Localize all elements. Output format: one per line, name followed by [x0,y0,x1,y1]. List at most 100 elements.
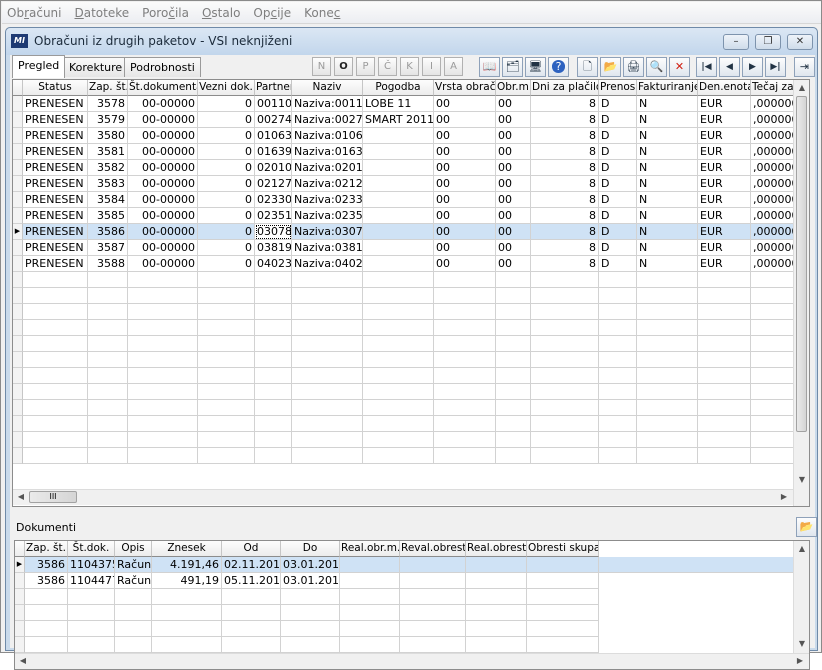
scroll-down-icon[interactable]: ▼ [795,637,809,651]
grid-cell[interactable]: PRENESEN [23,96,88,112]
menu-konec[interactable]: Konec [304,6,340,20]
grid-cell[interactable]: D [599,176,637,192]
grid-header-0[interactable]: Status [23,80,88,96]
grid-cell[interactable]: N [637,208,698,224]
grid-cell[interactable]: 00 [434,128,496,144]
grid-cell[interactable]: PRENESEN [23,224,88,240]
main-grid-vscroll-thumb[interactable] [796,96,807,432]
grid-cell[interactable]: N [637,240,698,256]
grid-cell[interactable] [363,144,434,160]
documents-header-6[interactable]: Real.obr.m. [340,541,400,557]
scroll-right-icon[interactable]: ▶ [777,490,791,504]
grid-cell[interactable]: 02330 [255,192,292,208]
grid-cell[interactable]: 00 [496,176,531,192]
grid-cell[interactable] [363,192,434,208]
grid-cell[interactable]: 8 [531,128,599,144]
grid-cell[interactable]: D [599,208,637,224]
grid-cell[interactable]: 00 [434,224,496,240]
first-record-button[interactable]: |◀ [696,57,717,77]
grid-cell[interactable]: EUR [698,240,751,256]
grid-cell[interactable]: 02010 [255,160,292,176]
grid-cell[interactable]: ,000000 [751,112,794,128]
grid-cell[interactable]: ,000000 [751,192,794,208]
grid-cell[interactable]: 8 [531,160,599,176]
restore-button[interactable]: ❐ [755,34,781,50]
grid-header-3[interactable]: Vezni dok. [198,80,255,96]
documents-header-3[interactable]: Znesek [152,541,222,557]
grid-cell[interactable]: 00 [434,240,496,256]
grid-cell[interactable]: 0 [198,128,255,144]
open-folder-button[interactable]: 📂 [600,57,621,77]
documents-cell[interactable]: 03.01.2012 [281,573,340,589]
minimize-button[interactable]: – [723,34,749,50]
grid-cell[interactable]: 3585 [88,208,128,224]
grid-cell[interactable]: 3579 [88,112,128,128]
grid-cell[interactable]: N [637,160,698,176]
documents-header-9[interactable]: Obresti skupaj [527,541,599,557]
exit-button[interactable]: ⇥ [794,57,815,77]
grid-cell[interactable]: ,000000 [751,144,794,160]
grid-cell[interactable]: 00 [496,96,531,112]
grid-cell[interactable]: 00-00000 [128,240,198,256]
grid-cell[interactable]: 00110 [255,96,292,112]
delete-button[interactable]: ✕ [669,57,690,77]
grid-header-10[interactable]: Prenos [599,80,637,96]
grid-cell[interactable]: 00 [434,208,496,224]
grid-cell[interactable]: PRENESEN [23,208,88,224]
grid-cell[interactable]: PRENESEN [23,112,88,128]
grid-cell[interactable]: 8 [531,256,599,272]
documents-open-folder-icon[interactable]: 📂 [796,517,817,537]
documents-cell[interactable] [466,573,527,589]
grid-cell[interactable]: EUR [698,144,751,160]
grid-cell[interactable]: 3581 [88,144,128,160]
book-button[interactable]: 📖 [479,57,500,77]
grid-cell[interactable]: 00-00000 [128,208,198,224]
grid-cell[interactable]: ,000000 [751,224,794,240]
grid-cell[interactable]: 8 [531,144,599,160]
grid-cell[interactable]: 0 [198,240,255,256]
grid-cell[interactable]: 3587 [88,240,128,256]
grid-cell[interactable]: 02351 [255,208,292,224]
documents-cell[interactable] [340,557,400,573]
grid-cell[interactable]: 3578 [88,96,128,112]
grid-cell[interactable]: 0 [198,96,255,112]
documents-cell[interactable]: 1104375 [68,557,115,573]
documents-header-0[interactable]: Zap. št. [25,541,68,557]
grid-cell[interactable]: 00 [434,192,496,208]
grid-header-9[interactable]: Dni za plačilo [531,80,599,96]
grid-cell[interactable]: 8 [531,192,599,208]
filter-5-button[interactable]: I [422,57,441,76]
grid-cell[interactable]: ,000000 [751,208,794,224]
grid-cell[interactable]: PRENESEN [23,176,88,192]
grid-cell[interactable]: 8 [531,208,599,224]
tab-korekture[interactable]: Korekture [63,57,129,77]
last-record-button[interactable]: ▶| [765,57,786,77]
grid-cell[interactable]: 00 [434,112,496,128]
grid-cell[interactable]: N [637,224,698,240]
grid-cell[interactable]: SMART 2011 [363,112,434,128]
grid-cell[interactable]: 00 [496,208,531,224]
grid-cell[interactable]: 00 [496,256,531,272]
grid-cell[interactable]: 3582 [88,160,128,176]
grid-cell[interactable]: EUR [698,192,751,208]
documents-cell[interactable]: 03.01.2012 [281,557,340,573]
grid-cell[interactable]: D [599,128,637,144]
documents-header-7[interactable]: Reval.obresti [400,541,466,557]
grid-header-1[interactable]: Zap. št. [88,80,128,96]
grid-cell[interactable]: Naziva:04023 [292,256,363,272]
filter-3-button[interactable]: Č [378,57,397,76]
grid-cell[interactable]: 0 [198,176,255,192]
grid-cell[interactable]: Naziva:02010 [292,160,363,176]
scroll-left-icon[interactable]: ◀ [14,490,28,504]
documents-hscrollbar[interactable]: ◀ ▶ [15,653,809,669]
grid-cell[interactable]: 00-00000 [128,224,198,240]
documents-cell[interactable] [527,557,599,573]
grid-cell[interactable]: 8 [531,96,599,112]
menu-poročila[interactable]: Poročila [142,6,189,20]
grid-cell[interactable]: D [599,256,637,272]
documents-cell[interactable]: 491,19 [152,573,222,589]
documents-cell[interactable] [340,573,400,589]
grid-cell[interactable]: N [637,176,698,192]
grid-header-5[interactable]: Naziv [292,80,363,96]
grid-cell[interactable]: Naziva:01639 [292,144,363,160]
